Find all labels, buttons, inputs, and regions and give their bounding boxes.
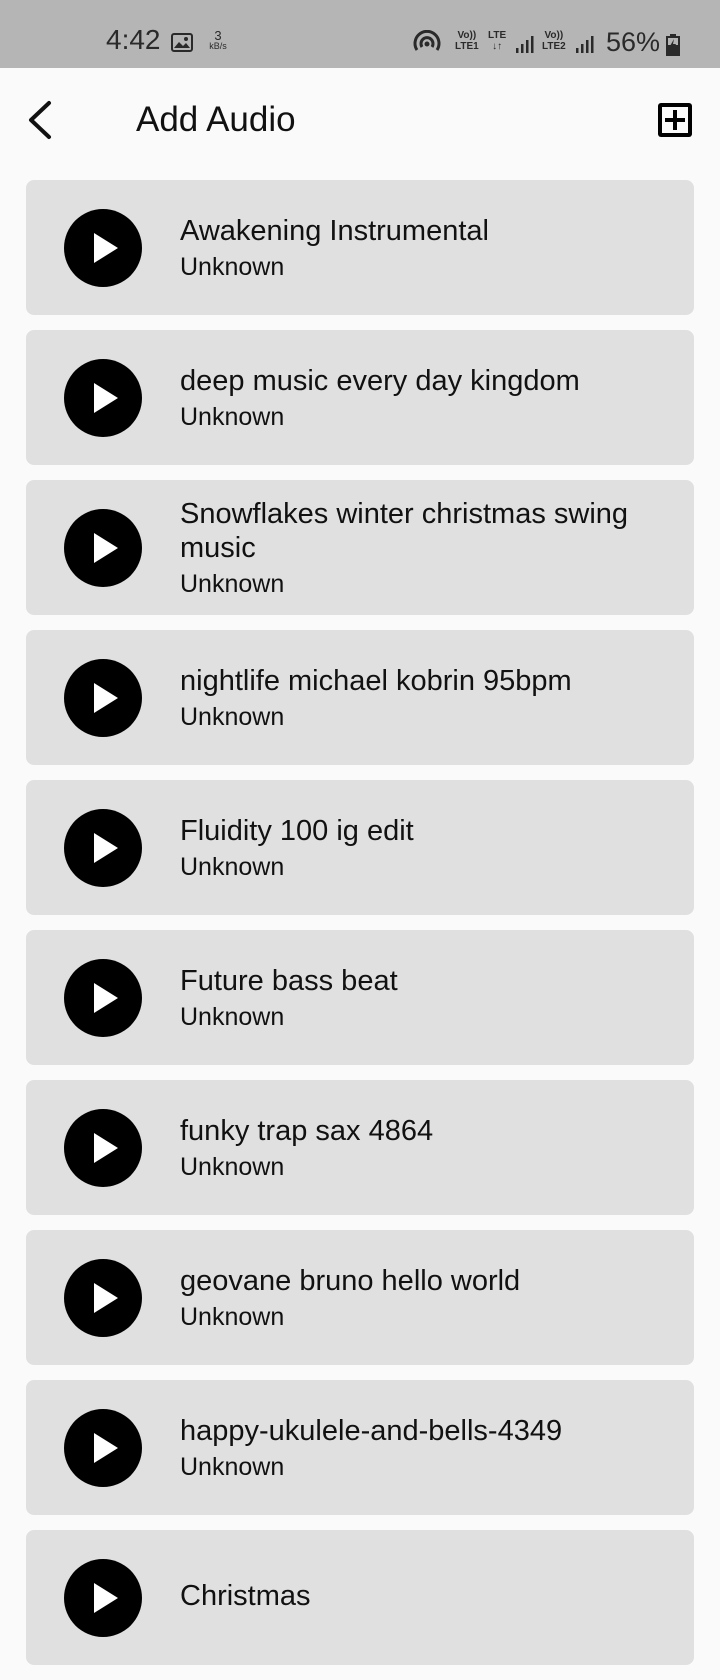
audio-title: geovane bruno hello world: [180, 1264, 521, 1297]
audio-list-item[interactable]: Awakening Instrumental Unknown: [26, 180, 694, 315]
audio-artist: Unknown: [180, 852, 285, 881]
lte-label: LTE: [488, 30, 507, 41]
audio-title: nightlife michael kobrin 95bpm: [180, 664, 572, 697]
audio-title: Christmas: [180, 1579, 311, 1612]
audio-title: Snowflakes winter christmas swing music: [180, 497, 629, 564]
play-button[interactable]: [64, 959, 142, 1037]
audio-title: happy-ukulele-and-bells-4349: [180, 1414, 563, 1447]
play-button[interactable]: [64, 1409, 142, 1487]
data-arrows: ↓↑: [492, 41, 503, 52]
sim1-lte-label: LTE1: [455, 41, 479, 52]
audio-list-item[interactable]: happy-ukulele-and-bells-4349 Unknown: [26, 1380, 694, 1515]
sim2-lte-label: LTE2: [542, 41, 566, 52]
play-button[interactable]: [64, 509, 142, 587]
status-time: 4:42: [106, 24, 161, 55]
signal-strength-icon: [574, 34, 594, 54]
back-button[interactable]: [22, 98, 62, 142]
play-button[interactable]: [64, 359, 142, 437]
play-icon: [94, 1583, 118, 1613]
chevron-left-icon: [29, 101, 51, 139]
audio-list-item[interactable]: Snowflakes winter christmas swing music U…: [26, 480, 694, 615]
audio-title: Awakening Instrumental: [180, 214, 489, 247]
audio-meta: Fluidity 100 ig edit Unknown: [180, 780, 664, 915]
audio-meta: Christmas: [180, 1530, 664, 1665]
play-icon: [94, 983, 118, 1013]
audio-meta: deep music every day kingdom Unknown: [180, 330, 664, 465]
network-speed-value: 3: [214, 28, 222, 43]
play-icon: [94, 1433, 118, 1463]
audio-list: Awakening Instrumental Unknown deep music …: [26, 180, 694, 1680]
add-box-icon: [658, 103, 692, 137]
sim2-volte-label: Vo)): [544, 30, 564, 41]
network-speed-unit: kB/s: [209, 41, 227, 51]
play-icon: [94, 1133, 118, 1163]
audio-meta: funky trap sax 4864 Unknown: [180, 1080, 664, 1215]
audio-list-item[interactable]: Fluidity 100 ig edit Unknown: [26, 780, 694, 915]
signal-strength-icon: [514, 34, 534, 54]
audio-title: funky trap sax 4864: [180, 1114, 434, 1147]
play-icon: [94, 1283, 118, 1313]
play-icon: [94, 533, 118, 563]
play-button[interactable]: [64, 1559, 142, 1637]
sim1-volte-label: Vo)): [457, 30, 477, 41]
audio-title: deep music every day kingdom: [180, 364, 580, 397]
audio-title: Future bass beat: [180, 964, 398, 997]
audio-artist: Unknown: [180, 1302, 285, 1331]
battery-percentage: 56%: [606, 27, 661, 57]
play-button[interactable]: [64, 1109, 142, 1187]
audio-list-item[interactable]: nightlife michael kobrin 95bpm Unknown: [26, 630, 694, 765]
sim2-volte-indicator: Vo)) LTE2: [542, 30, 566, 52]
audio-meta: geovane bruno hello world Unknown: [180, 1230, 664, 1365]
audio-meta: Snowflakes winter christmas swing music U…: [180, 480, 664, 615]
page-title: Add Audio: [136, 100, 296, 139]
audio-artist: Unknown: [180, 1002, 285, 1031]
audio-meta: Future bass beat Unknown: [180, 930, 664, 1065]
play-icon: [94, 833, 118, 863]
image-notification-icon: [171, 33, 193, 52]
battery-charging-icon: [666, 34, 680, 56]
play-icon: [94, 683, 118, 713]
play-button[interactable]: [64, 209, 142, 287]
audio-list-item[interactable]: Future bass beat Unknown: [26, 930, 694, 1065]
app-bar: Add Audio: [0, 68, 720, 174]
audio-meta: nightlife michael kobrin 95bpm Unknown: [180, 630, 664, 765]
hotspot-icon: [412, 29, 442, 56]
audio-artist: Unknown: [180, 1152, 285, 1181]
audio-artist: Unknown: [180, 702, 285, 731]
audio-artist: Unknown: [180, 402, 285, 431]
play-button[interactable]: [64, 809, 142, 887]
status-bar: 4:42 3 kB/s Vo)) LTE1 LTE ↓↑ Vo)) LTE2 5…: [0, 0, 720, 68]
audio-artist: Unknown: [180, 252, 285, 281]
play-button[interactable]: [64, 1259, 142, 1337]
audio-artist: Unknown: [180, 569, 285, 598]
play-icon: [94, 233, 118, 263]
play-button[interactable]: [64, 659, 142, 737]
audio-artist: Unknown: [180, 1452, 285, 1481]
sim1-volte-indicator: Vo)) LTE1: [455, 30, 479, 52]
lte-data-indicator: LTE ↓↑: [488, 30, 506, 52]
network-speed: 3 kB/s: [205, 28, 231, 51]
audio-meta: Awakening Instrumental Unknown: [180, 180, 664, 315]
audio-list-item[interactable]: geovane bruno hello world Unknown: [26, 1230, 694, 1365]
audio-title: Fluidity 100 ig edit: [180, 814, 414, 847]
audio-meta: happy-ukulele-and-bells-4349 Unknown: [180, 1380, 664, 1515]
audio-list-item[interactable]: Christmas: [26, 1530, 694, 1665]
play-icon: [94, 383, 118, 413]
add-audio-button[interactable]: [656, 101, 694, 139]
audio-list-item[interactable]: funky trap sax 4864 Unknown: [26, 1080, 694, 1215]
audio-list-item[interactable]: deep music every day kingdom Unknown: [26, 330, 694, 465]
